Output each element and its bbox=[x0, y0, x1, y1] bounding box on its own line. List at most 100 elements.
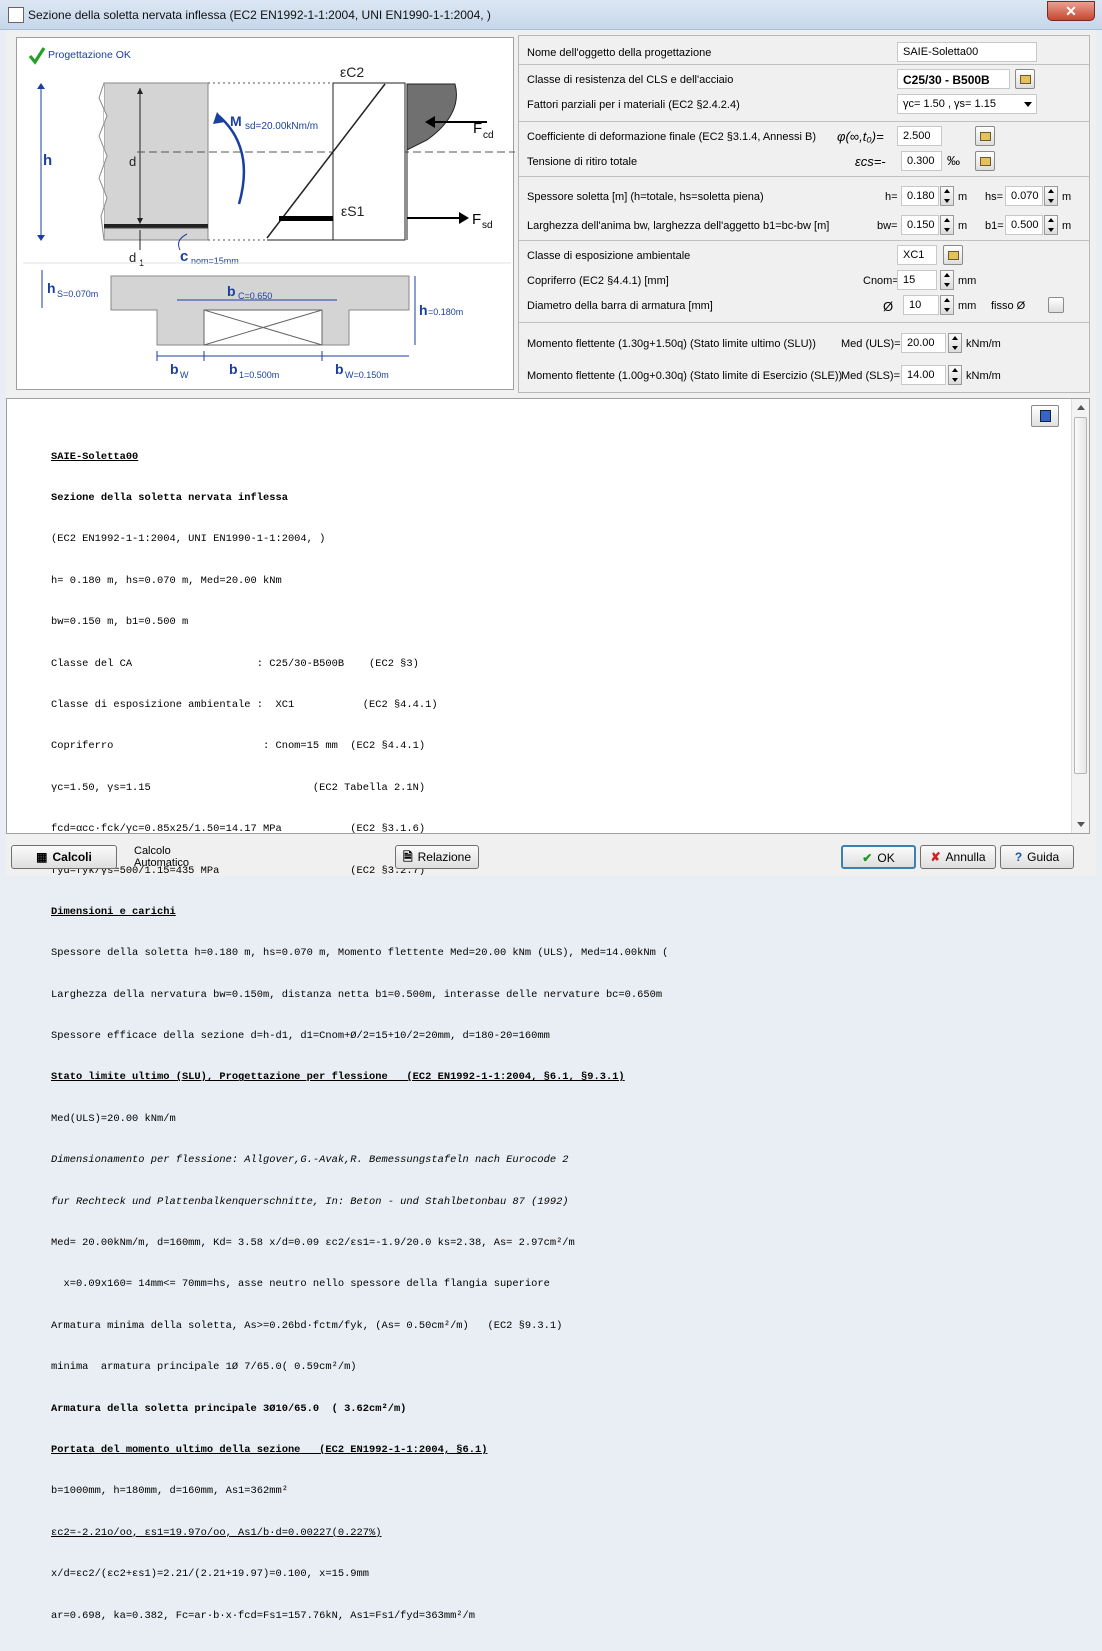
input-panel: Nome dell'oggetto della progettazione SA… bbox=[518, 35, 1090, 393]
report-line: h= 0.180 m, hs=0.070 m, Med=20.00 kNm bbox=[51, 574, 282, 587]
report-line: SAIE-Soletta00 bbox=[51, 450, 139, 463]
edit-icon bbox=[1020, 75, 1031, 84]
label-h2: h bbox=[419, 302, 428, 318]
label-hs: h bbox=[47, 280, 56, 296]
svg-text:cd: cd bbox=[483, 130, 494, 141]
scroll-up-icon[interactable] bbox=[1077, 405, 1085, 410]
svg-text:S=0.070m: S=0.070m bbox=[57, 289, 98, 299]
report-line: Armatura della soletta principale 3Ø10/6… bbox=[51, 1402, 407, 1415]
calc-icon bbox=[980, 157, 991, 166]
class-edit-button[interactable] bbox=[1015, 69, 1035, 89]
factors-select[interactable]: γc= 1.50 , γs= 1.15 bbox=[897, 94, 1037, 114]
shrink-input[interactable]: 0.300 bbox=[901, 151, 942, 171]
calcoli-button[interactable]: ▦ Calcoli bbox=[11, 845, 117, 869]
svg-text:=0.180m: =0.180m bbox=[428, 307, 463, 317]
report-line: Dimensionamento per flessione: Allgover,… bbox=[51, 1154, 569, 1167]
report-line: Classe di esposizione ambientale : XC1 (… bbox=[51, 698, 438, 711]
class-input[interactable]: C25/30 - B500B bbox=[897, 69, 1010, 89]
msle-spinner[interactable] bbox=[948, 365, 962, 385]
h-spinner[interactable] bbox=[940, 186, 954, 206]
report-line: minima armatura principale 1Ø 7/65.0( 0.… bbox=[51, 1361, 357, 1374]
label-bw1: b bbox=[170, 361, 179, 377]
report-line: fcd=αcc·fck/γc=0.85x25/1.50=14.17 MPa (E… bbox=[51, 823, 426, 836]
row-exposure: Classe di esposizione ambientale XC1 Cop… bbox=[519, 242, 1089, 320]
calculator-icon: ▦ bbox=[36, 850, 48, 864]
bar-label: Diametro della barra di armatura [mm] bbox=[527, 300, 713, 312]
report-scrollbar[interactable] bbox=[1071, 399, 1089, 833]
annulla-button[interactable]: ✘ Annulla bbox=[920, 845, 996, 869]
help-icon: ? bbox=[1014, 850, 1023, 864]
fixed-diameter-button[interactable] bbox=[1048, 297, 1064, 313]
msle-label: Momento flettente (1.00g+0.30q) (Stato l… bbox=[527, 370, 843, 382]
row-moments: Momento flettente (1.30g+1.50q) (Stato l… bbox=[519, 324, 1089, 392]
report-line: bw=0.150 m, b1=0.500 m bbox=[51, 616, 189, 629]
msle-input[interactable]: 14.00 bbox=[901, 365, 946, 385]
report-line: (EC2 EN1992-1-1:2004, UNI EN1990-1-1:200… bbox=[51, 533, 326, 546]
report-text: SAIE-Soletta00 Sezione della soletta ner… bbox=[51, 423, 668, 1651]
svg-text:sd: sd bbox=[482, 220, 493, 231]
svg-text:sd=20.00kNm/m: sd=20.00kNm/m bbox=[245, 121, 318, 132]
print-report-button[interactable] bbox=[1031, 405, 1059, 427]
report-line: Spessore della soletta h=0.180 m, hs=0.0… bbox=[51, 947, 669, 960]
creep-label: Coefficiente di deformazione finale (EC2… bbox=[527, 131, 817, 143]
hs-input[interactable]: 0.070 bbox=[1005, 186, 1043, 206]
cnom-spinner[interactable] bbox=[940, 270, 954, 290]
name-input[interactable]: SAIE-Soletta00 bbox=[897, 42, 1037, 62]
report-line: εc2=-2.21o/oo, εs1=19.97o/oo, As1/b·d=0.… bbox=[51, 1526, 382, 1539]
relazione-button[interactable]: 🗎 Relazione bbox=[395, 845, 479, 869]
chevron-down-icon bbox=[1024, 102, 1032, 107]
report-line: Sezione della soletta nervata inflessa bbox=[51, 491, 288, 504]
row-creep: Coefficiente di deformazione finale (EC2… bbox=[519, 123, 1089, 175]
mslu-spinner[interactable] bbox=[948, 333, 962, 353]
check-icon bbox=[28, 47, 46, 65]
report-line: Copriferro : Cnom=15 mm (EC2 §4.4.1) bbox=[51, 740, 426, 753]
label-d: d bbox=[129, 154, 136, 169]
close-button[interactable]: ✕ bbox=[1047, 1, 1095, 21]
report-line: b=1000mm, h=180mm, d=160mm, As1=362mm² bbox=[51, 1485, 288, 1498]
report-panel[interactable]: SAIE-Soletta00 Sezione della soletta ner… bbox=[6, 398, 1090, 1622]
cnom-input[interactable]: 15 bbox=[897, 270, 937, 290]
label-b1: b bbox=[229, 361, 238, 377]
mslu-input[interactable]: 20.00 bbox=[901, 333, 946, 353]
permil-unit: ‰ bbox=[947, 153, 960, 168]
b1-spinner[interactable] bbox=[1044, 215, 1058, 235]
scroll-down-icon[interactable] bbox=[1077, 822, 1085, 827]
creep-calc-button[interactable] bbox=[975, 126, 995, 146]
label-bw2: b bbox=[335, 361, 344, 377]
report-heading: Stato limite ultimo (SLU), Progettazione… bbox=[51, 1071, 625, 1084]
shrink-calc-button[interactable] bbox=[975, 151, 995, 171]
ok-button[interactable]: ✔ OK bbox=[841, 845, 916, 869]
bw-input[interactable]: 0.150 bbox=[901, 215, 939, 235]
report-line: Classe del CA : C25/30-B500B (EC2 §3) bbox=[51, 657, 419, 670]
bar-input[interactable]: 10 bbox=[903, 295, 939, 315]
scroll-thumb[interactable] bbox=[1074, 417, 1087, 774]
exp-select-button[interactable] bbox=[943, 245, 963, 265]
label-es1: εS1 bbox=[341, 203, 365, 219]
report-line: Larghezza della nervatura bw=0.150m, dis… bbox=[51, 988, 663, 1001]
class-label: Classe di resistenza del CLS e dell'acci… bbox=[527, 74, 734, 86]
report-line: Med(ULS)=20.00 kNm/m bbox=[51, 1112, 176, 1125]
guida-button[interactable]: ? Guida bbox=[1000, 845, 1074, 869]
svg-text:nom=15mm: nom=15mm bbox=[191, 256, 239, 266]
h-input[interactable]: 0.180 bbox=[901, 186, 939, 206]
exp-label: Classe di esposizione ambientale bbox=[527, 250, 691, 262]
label-h: h bbox=[43, 152, 52, 169]
label-msd: M bbox=[230, 113, 242, 129]
report-line: Armatura minima della soletta, As>=0.26b… bbox=[51, 1319, 563, 1332]
creep-input[interactable]: 2.500 bbox=[897, 126, 942, 146]
report-icon: 🗎 bbox=[402, 850, 413, 864]
exp-input[interactable]: XC1 bbox=[897, 245, 937, 265]
creep-symbol: φ(∞,t₀)= bbox=[837, 129, 884, 144]
status-text: Progettazione OK bbox=[48, 49, 131, 61]
thick-label: Spessore soletta [m] (h=totale, hs=solet… bbox=[527, 191, 764, 203]
bw-spinner[interactable] bbox=[940, 215, 954, 235]
svg-text:1=0.500m: 1=0.500m bbox=[239, 370, 279, 380]
label-fcd: F bbox=[473, 120, 482, 137]
report-line: fur Rechteck und Plattenbalkenquerschnit… bbox=[51, 1195, 569, 1208]
auto-calc-label: Calcolo Automatico bbox=[134, 845, 190, 869]
shrink-label: Tensione di ritiro totale bbox=[527, 156, 638, 168]
hs-spinner[interactable] bbox=[1044, 186, 1058, 206]
bar-dropdown[interactable] bbox=[940, 295, 954, 315]
calc-icon bbox=[980, 132, 991, 141]
b1-input[interactable]: 0.500 bbox=[1005, 215, 1043, 235]
